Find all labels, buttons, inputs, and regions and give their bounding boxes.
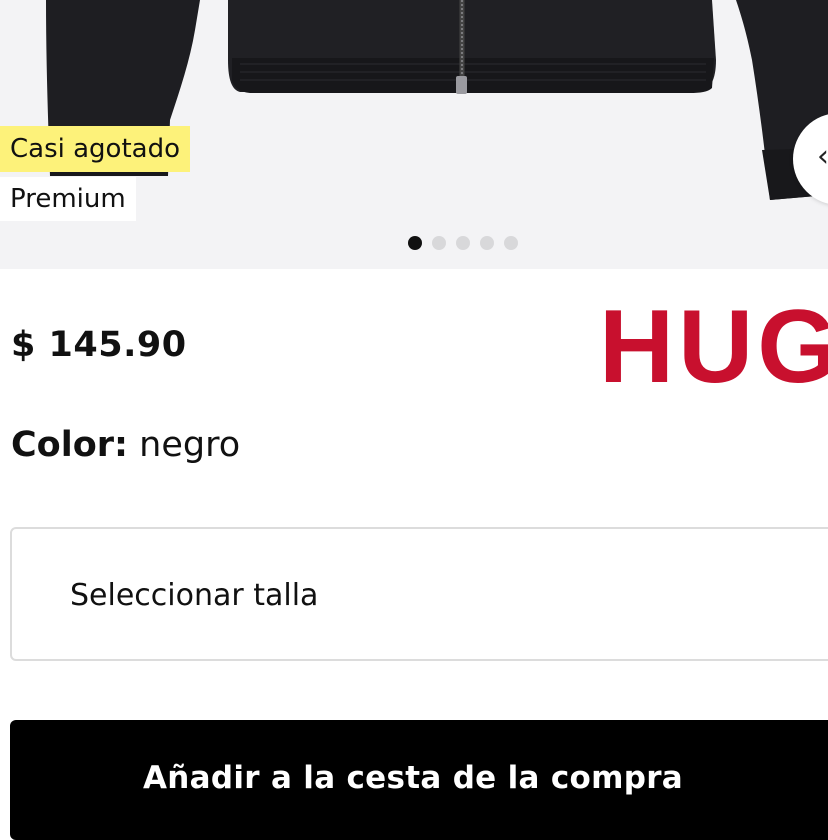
size-select[interactable]: Seleccionar talla xyxy=(10,527,828,661)
carousel-dot[interactable] xyxy=(504,236,518,250)
product-price: $ 145.90 xyxy=(11,325,187,365)
carousel-dots xyxy=(408,236,518,250)
brand-logo[interactable]: HUG xyxy=(599,295,828,399)
color-info: Color: negro xyxy=(11,425,240,465)
color-value: negro xyxy=(139,425,241,465)
carousel-dot[interactable] xyxy=(408,236,422,250)
carousel-dot[interactable] xyxy=(432,236,446,250)
carousel-dot[interactable] xyxy=(480,236,494,250)
size-select-placeholder: Seleccionar talla xyxy=(70,578,319,613)
chevron-right-icon: ‹ xyxy=(817,139,828,174)
carousel-dot[interactable] xyxy=(456,236,470,250)
add-to-cart-label: Añadir a la cesta de la compra xyxy=(142,760,684,796)
premium-badge: Premium xyxy=(0,177,136,221)
product-image-gallery[interactable]: Casi agotado Premium ‹ xyxy=(0,0,828,269)
add-to-cart-button[interactable]: Añadir a la cesta de la compra xyxy=(10,720,828,840)
color-label: Color: xyxy=(11,425,129,465)
almost-sold-out-badge: Casi agotado xyxy=(0,126,191,172)
